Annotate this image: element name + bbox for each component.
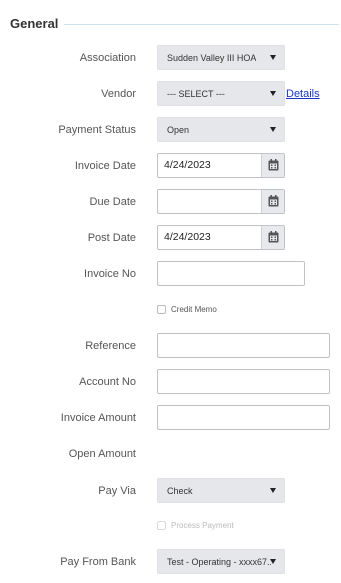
pay-via-row: Pay Via Check [0,477,341,505]
chevron-down-icon [270,127,276,132]
pay-via-select[interactable]: Check [157,478,285,503]
due-date-row: Due Date [0,188,341,216]
association-select[interactable]: Sudden Valley III HOA [157,45,285,70]
pay-via-value: Check [167,486,193,496]
vendor-label: Vendor [101,88,136,100]
calendar-icon [268,159,279,171]
reference-row: Reference [0,332,341,360]
pay-from-bank-select[interactable]: Test - Operating - xxxx67... [157,549,285,574]
invoice-amount-row: Invoice Amount [0,404,341,432]
chevron-down-icon [270,91,276,96]
invoice-date-calendar-button[interactable] [261,154,284,177]
open-amount-row: Open Amount [0,440,341,468]
payment-status-row: Payment Status Open [0,116,341,144]
reference-input[interactable] [157,333,330,358]
invoice-date-value: 4/24/2023 [164,159,211,171]
post-date-calendar-button[interactable] [261,226,284,249]
due-date-field[interactable] [157,189,285,214]
invoice-amount-label: Invoice Amount [60,412,136,424]
pay-from-bank-row: Pay From Bank Test - Operating - xxxx67.… [0,548,341,576]
payment-status-label: Payment Status [58,124,136,136]
invoice-date-label: Invoice Date [74,160,136,172]
invoice-date-row: Invoice Date 4/24/2023 [0,152,341,180]
section-header-general: General [0,10,341,40]
vendor-details-link[interactable]: Details [286,80,320,108]
pay-from-bank-value: Test - Operating - xxxx67... [167,557,271,567]
payment-status-select[interactable]: Open [157,117,285,142]
invoice-no-input[interactable] [157,261,305,286]
chevron-down-icon [270,488,276,493]
post-date-row: Post Date 4/24/2023 [0,224,341,252]
process-payment-checkbox [157,521,166,530]
post-date-field[interactable]: 4/24/2023 [157,225,285,250]
account-no-label: Account No [79,376,136,388]
open-amount-label: Open Amount [68,448,136,460]
pay-via-label: Pay Via [98,485,136,497]
chevron-down-icon [270,559,276,564]
invoice-no-label: Invoice No [84,268,136,280]
chevron-down-icon [270,55,276,60]
association-value: Sudden Valley III HOA [167,53,257,63]
payment-status-value: Open [167,125,190,135]
calendar-icon [268,231,279,243]
association-label: Association [79,52,136,64]
association-row: Association Sudden Valley III HOA [0,44,341,72]
vendor-value: --- SELECT --- [167,89,225,99]
credit-memo-label: Credit Memo [171,305,217,314]
due-date-label: Due Date [89,196,136,208]
reference-label: Reference [85,340,136,352]
account-no-row: Account No [0,368,341,396]
credit-memo-checkbox[interactable] [157,305,166,314]
vendor-row: Vendor --- SELECT --- Details [0,80,341,108]
vendor-select[interactable]: --- SELECT --- [157,81,285,106]
process-payment-label: Process Payment [171,521,234,530]
section-divider [64,24,339,25]
account-no-input[interactable] [157,369,330,394]
post-date-label: Post Date [87,232,136,244]
calendar-icon [268,195,279,207]
invoice-amount-input[interactable] [157,405,330,430]
invoice-date-field[interactable]: 4/24/2023 [157,153,285,178]
post-date-value: 4/24/2023 [164,231,211,243]
invoice-no-row: Invoice No [0,260,341,288]
section-title: General [10,16,59,31]
due-date-calendar-button[interactable] [261,190,284,213]
pay-from-bank-label: Pay From Bank [60,556,136,568]
